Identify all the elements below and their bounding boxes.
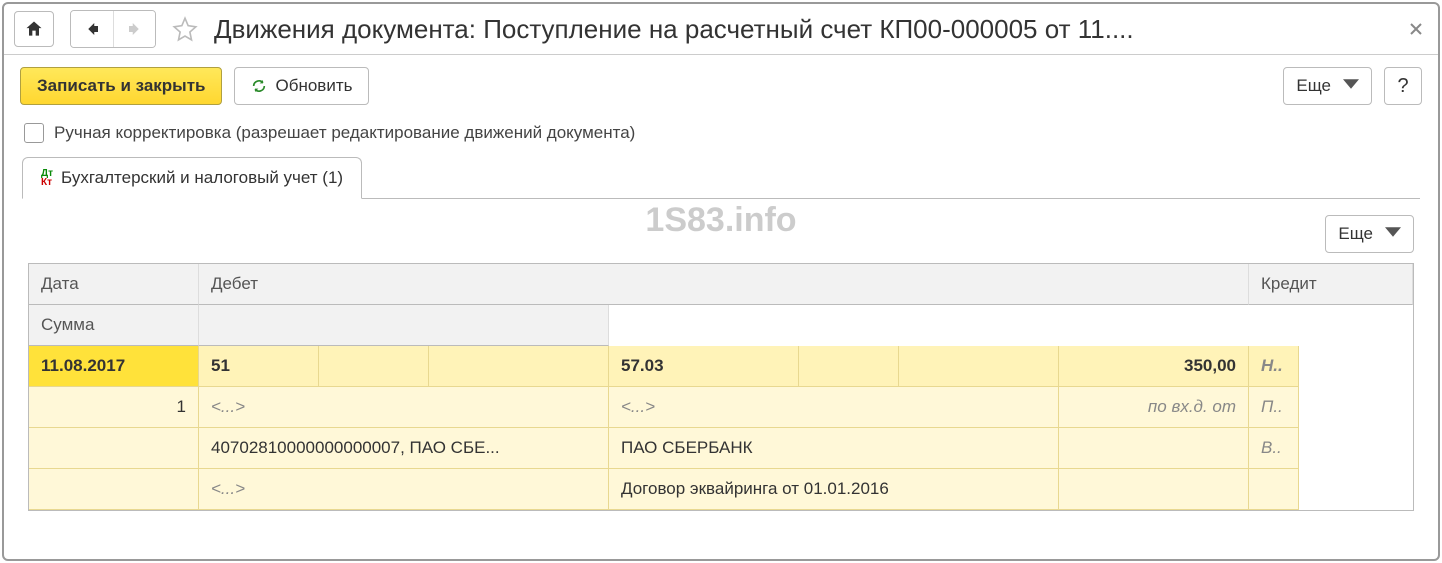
grid-more-label: Еще	[1338, 224, 1373, 244]
chevron-down-icon	[1343, 76, 1359, 97]
tab-body: 1S83.info Еще Дата Дебет Кредит Сумма 11…	[4, 199, 1438, 511]
cell-sum-note: по вх.д. от	[1059, 387, 1249, 428]
help-label: ?	[1397, 75, 1408, 98]
cell-debit-account: 51	[199, 346, 319, 387]
cell-note: Н..	[1249, 346, 1299, 387]
cell-debit-sub2: 40702810000000000007, ПАО СБЕ...	[199, 428, 609, 469]
table-row[interactable]: 1 <...> <...> по вх.д. от П..	[29, 387, 1413, 428]
col-extra	[199, 305, 609, 346]
tab-label: Бухгалтерский и налоговый учет (1)	[61, 168, 343, 188]
cell-note: П..	[1249, 387, 1299, 428]
manual-edit-label: Ручная корректировка (разрешает редактир…	[54, 123, 635, 143]
grid-header: Дата Дебет Кредит Сумма	[29, 264, 1413, 346]
table-row[interactable]: 40702810000000000007, ПАО СБЕ... ПАО СБЕ…	[29, 428, 1413, 469]
cell-credit-sub3: Договор эквайринга от 01.01.2016	[609, 469, 1059, 510]
grid-toolbar: Еще	[28, 215, 1414, 263]
dtkt-icon: ДтКт	[41, 169, 53, 187]
tab-accounting[interactable]: ДтКт Бухгалтерский и налоговый учет (1)	[22, 157, 362, 199]
save-close-button[interactable]: Записать и закрыть	[20, 67, 222, 105]
grid-more-button[interactable]: Еще	[1325, 215, 1414, 253]
more-button[interactable]: Еще	[1283, 67, 1372, 105]
accounting-grid: Дата Дебет Кредит Сумма 11.08.2017 51 57…	[28, 263, 1414, 511]
cell-note: В..	[1249, 428, 1299, 469]
home-button[interactable]	[14, 11, 54, 47]
more-label: Еще	[1296, 76, 1331, 96]
col-sum: Сумма	[29, 305, 199, 346]
home-icon	[24, 19, 44, 39]
cell-date: 11.08.2017	[29, 346, 199, 387]
chevron-down-icon	[1385, 224, 1401, 245]
refresh-label: Обновить	[275, 76, 352, 96]
document-window: Движения документа: Поступление на расче…	[2, 2, 1440, 561]
cell-credit-sub1: <...>	[609, 387, 1059, 428]
star-icon	[172, 16, 198, 42]
favorite-button[interactable]	[170, 14, 200, 44]
page-title: Движения документа: Поступление на расче…	[214, 14, 1396, 45]
cell-debit-sub1: <...>	[199, 387, 609, 428]
save-close-label: Записать и закрыть	[37, 76, 205, 96]
refresh-button[interactable]: Обновить	[234, 67, 369, 105]
close-icon	[1409, 22, 1423, 36]
cell-seq: 1	[29, 387, 199, 428]
arrow-left-icon	[83, 20, 101, 38]
nav-arrows	[70, 10, 156, 48]
back-button[interactable]	[71, 11, 113, 47]
tabs: ДтКт Бухгалтерский и налоговый учет (1)	[4, 157, 1438, 199]
col-debit: Дебет	[199, 264, 1249, 305]
manual-edit-row: Ручная корректировка (разрешает редактир…	[4, 117, 1438, 157]
cell-sum: 350,00	[1059, 346, 1249, 387]
forward-button[interactable]	[113, 11, 155, 47]
table-row[interactable]: <...> Договор эквайринга от 01.01.2016	[29, 469, 1413, 510]
cell-credit-account: 57.03	[609, 346, 799, 387]
help-button[interactable]: ?	[1384, 67, 1422, 105]
refresh-icon	[251, 78, 267, 94]
arrow-right-icon	[126, 20, 144, 38]
titlebar: Движения документа: Поступление на расче…	[4, 4, 1438, 55]
cell-debit-sub3: <...>	[199, 469, 609, 510]
table-row[interactable]: 11.08.2017 51 57.03 350,00 Н..	[29, 346, 1413, 387]
cell-credit-sub2: ПАО СБЕРБАНК	[609, 428, 1059, 469]
manual-edit-checkbox[interactable]	[24, 123, 44, 143]
col-credit: Кредит	[1249, 264, 1413, 305]
close-button[interactable]	[1404, 17, 1428, 41]
col-date: Дата	[29, 264, 199, 305]
main-toolbar: Записать и закрыть Обновить Еще ?	[4, 55, 1438, 117]
